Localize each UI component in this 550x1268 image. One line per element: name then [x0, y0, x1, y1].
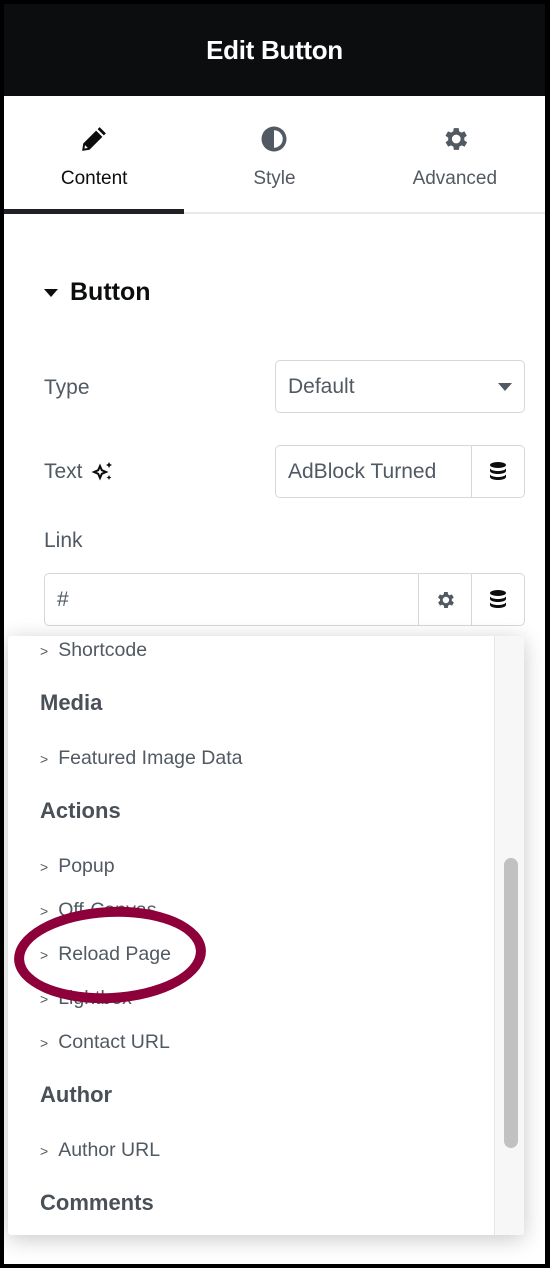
list-item-label: Contact URL — [58, 1031, 170, 1053]
type-select[interactable]: Default — [275, 360, 525, 413]
tab-advanced[interactable]: Advanced — [365, 96, 545, 212]
dynamic-tags-dropdown: > Shortcode Media > Featured Image Data Ac… — [8, 636, 524, 1235]
list-group-heading: Author — [40, 1082, 113, 1107]
list-item[interactable]: > Shortcode — [40, 639, 147, 662]
link-input[interactable]: # — [44, 573, 525, 626]
pencil-icon — [82, 127, 107, 151]
list-group-heading: Actions — [40, 798, 121, 823]
link-label: Link — [44, 529, 83, 552]
chevron-right-icon: > — [40, 750, 49, 767]
database-icon — [490, 461, 506, 480]
list-item-label: Featured Image Data — [58, 747, 243, 769]
tab-style[interactable]: Style — [184, 96, 364, 212]
tab-content-label: Content — [60, 168, 128, 189]
chevron-down-icon — [498, 382, 512, 391]
list-item-label: Off-Canvas — [58, 899, 157, 921]
text-input[interactable]: AdBlock Turned — [275, 445, 525, 498]
list-item[interactable]: > Featured Image Data — [40, 747, 242, 770]
text-label-row: Text — [44, 460, 115, 484]
scrollbar-track[interactable] — [494, 636, 524, 1235]
chevron-right-icon: > — [40, 642, 49, 659]
caret-down-icon — [44, 288, 58, 297]
link-options-button[interactable] — [418, 574, 471, 625]
list-item-label: Reload Page — [58, 943, 171, 965]
panel-header: Edit Button — [4, 4, 545, 96]
list-item[interactable]: > Author URL — [40, 1139, 160, 1162]
list-item-reload-page[interactable]: > Reload Page — [40, 943, 171, 966]
chevron-right-icon: > — [40, 946, 49, 963]
database-icon — [490, 589, 506, 608]
list-item-label: Lightbox — [58, 987, 132, 1009]
chevron-right-icon: > — [40, 1142, 49, 1159]
section-toggle-button[interactable]: Button — [44, 278, 151, 307]
list-item-label: Shortcode — [58, 639, 148, 661]
tab-content[interactable]: Content — [4, 96, 185, 214]
dynamic-tags-button[interactable] — [471, 446, 524, 497]
link-dynamic-tags-button[interactable] — [471, 574, 524, 625]
list-item[interactable]: > Popup — [40, 855, 115, 878]
chevron-right-icon: > — [40, 1034, 49, 1051]
gear-icon — [445, 128, 467, 150]
text-label: Text — [44, 460, 83, 483]
list-item-label: Popup — [58, 855, 115, 877]
section-title: Button — [70, 278, 151, 306]
type-select-value: Default — [288, 374, 355, 398]
panel-title: Edit Button — [206, 34, 343, 65]
chevron-right-icon: > — [40, 902, 49, 919]
panel-tabs: Content Style Advanced — [4, 96, 545, 214]
half-circle-icon — [261, 126, 287, 152]
list-group-heading: Comments — [40, 1190, 154, 1215]
chevron-right-icon: > — [40, 990, 49, 1007]
chevron-right-icon: > — [40, 858, 49, 875]
text-input-value[interactable]: AdBlock Turned — [276, 446, 471, 497]
list-item-label: Author URL — [58, 1139, 161, 1161]
edit-panel: Edit Button Content Style Advanced Butto… — [4, 4, 545, 1264]
scrollbar-thumb[interactable] — [504, 858, 518, 1148]
tab-advanced-label: Advanced — [412, 168, 498, 189]
dynamic-tags-list: > Shortcode Media > Featured Image Data Ac… — [8, 636, 494, 1235]
tab-style-label: Style — [253, 168, 296, 189]
gear-icon — [438, 591, 454, 608]
sparkle-icon[interactable] — [90, 460, 115, 484]
list-item[interactable]: > Contact URL — [40, 1031, 170, 1054]
link-input-value[interactable]: # — [45, 574, 418, 625]
list-item[interactable]: > Lightbox — [40, 987, 132, 1010]
list-group-heading: Media — [40, 690, 103, 715]
type-label: Type — [44, 376, 90, 399]
list-item[interactable]: > Off-Canvas — [40, 899, 156, 922]
